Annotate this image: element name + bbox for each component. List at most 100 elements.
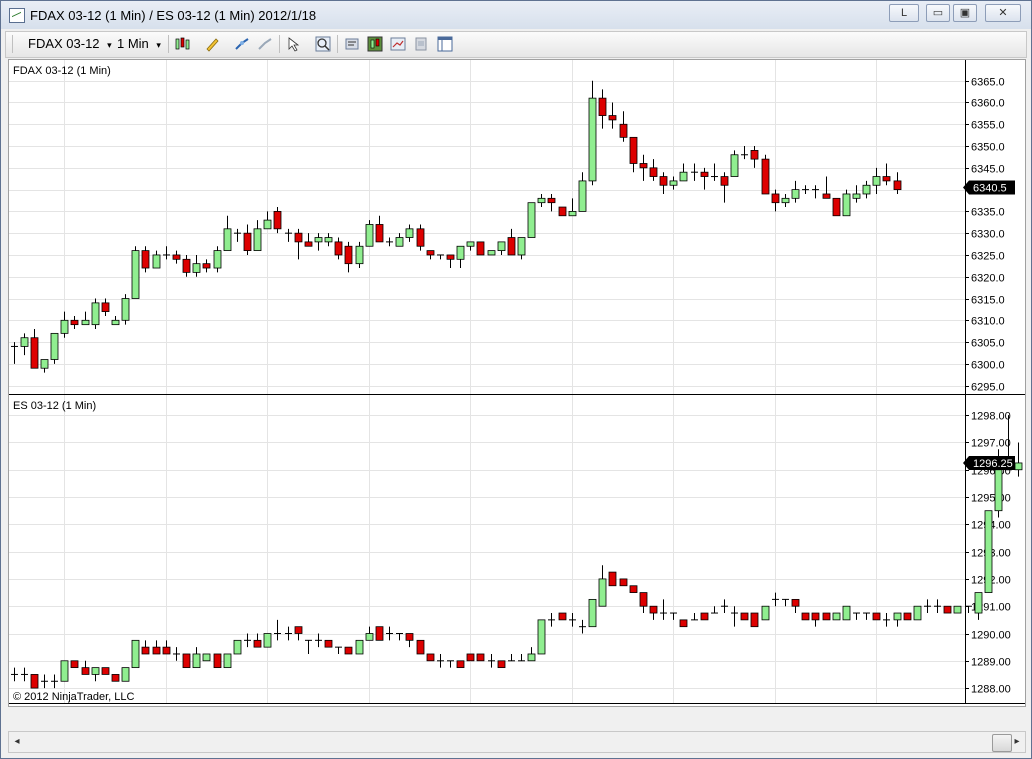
candle-body	[202, 263, 211, 269]
candle-body	[152, 646, 161, 655]
candle-body	[761, 605, 770, 621]
chevron-down-icon: ▾	[107, 40, 112, 50]
scroll-thumb[interactable]	[992, 734, 1012, 752]
data-series-icon[interactable]	[367, 36, 383, 52]
price-axis-label: 1298.00	[971, 411, 1011, 423]
strategy-icon[interactable]	[257, 36, 273, 52]
price-axis-label: 6330.0	[971, 229, 1005, 241]
maximize-button[interactable]: ▣	[953, 4, 977, 22]
scroll-right-icon[interactable]: ▸	[1011, 735, 1023, 749]
layout-button[interactable]: L	[889, 4, 919, 22]
candle-body	[324, 639, 333, 648]
candle-body	[304, 241, 313, 247]
panel-icon[interactable]	[437, 36, 453, 52]
candle-body	[984, 510, 993, 593]
price-axis-label: 6360.0	[971, 98, 1005, 110]
candle-body	[497, 241, 506, 252]
candle-body	[700, 612, 709, 621]
candle-body	[131, 250, 140, 299]
candle-body	[649, 605, 658, 614]
candle-body	[994, 469, 1003, 512]
candle-body	[416, 228, 425, 247]
candle-body	[405, 633, 414, 641]
candle-body	[141, 250, 150, 269]
candle-body	[771, 193, 780, 204]
candle-body	[111, 319, 120, 326]
candle-body	[852, 193, 861, 199]
candle-body	[91, 302, 100, 326]
scroll-left-icon[interactable]: ◂	[11, 735, 23, 749]
candle-body	[568, 210, 577, 217]
candle-body	[558, 206, 567, 217]
candle-body	[476, 241, 485, 256]
indicator-icon[interactable]	[234, 36, 250, 52]
candle-body	[476, 653, 485, 662]
minimize-button[interactable]: ▭	[926, 4, 950, 22]
candle-body	[517, 237, 526, 256]
pencil-icon[interactable]	[204, 36, 220, 52]
snapshot-icon[interactable]	[413, 36, 429, 52]
chart-style-icon[interactable]	[174, 36, 190, 52]
candle-body	[375, 224, 384, 243]
candle-body	[822, 612, 831, 621]
candle-body	[730, 154, 739, 177]
candle-body	[811, 612, 820, 621]
candle-body	[355, 245, 364, 265]
candle-body	[344, 646, 353, 655]
candle-body	[832, 612, 841, 621]
candle-body	[619, 578, 628, 587]
candle-body	[893, 612, 902, 621]
candle-body	[223, 653, 232, 669]
candle-body	[243, 232, 252, 252]
candle-body	[446, 254, 455, 260]
cursor-icon[interactable]	[286, 36, 302, 52]
candle-body	[822, 193, 831, 199]
candle-body	[81, 319, 90, 326]
chevron-down-icon: ▾	[156, 40, 161, 50]
candle-body	[781, 197, 790, 204]
price-axis-label: 6315.0	[971, 295, 1005, 307]
candle-body	[578, 180, 587, 212]
candle-body	[466, 241, 475, 247]
candle-body	[629, 136, 638, 164]
close-button[interactable]: ✕	[985, 4, 1021, 22]
candle-body	[263, 219, 272, 230]
candle-body	[30, 337, 39, 369]
candle-body	[832, 197, 841, 217]
instrument-selector[interactable]: FDAX 03-12 ▾	[28, 36, 112, 52]
price-axis-label: 1290.00	[971, 630, 1011, 642]
candle-body	[294, 232, 303, 243]
candle-body	[842, 193, 851, 217]
pane-title: FDAX 03-12 (1 Min)	[13, 65, 111, 77]
candle-body	[213, 250, 222, 269]
price-axis-label: 6355.0	[971, 120, 1005, 132]
price-axis-label: 1295.00	[971, 493, 1011, 505]
chart-trader-icon[interactable]	[390, 36, 406, 52]
candle-body	[649, 167, 658, 177]
copyright-text: © 2012 NinjaTrader, LLC	[13, 691, 134, 703]
candle-body	[872, 176, 881, 186]
candle-body	[872, 612, 881, 621]
candle-body	[1014, 462, 1023, 471]
chart-svg[interactable]: 01:5002:0002:1002:2002:3002:4002:5003:00…	[9, 60, 1025, 706]
price-axis-label: 6305.0	[971, 338, 1005, 350]
chart-area[interactable]: 01:5002:0002:1002:2002:3002:4002:5003:00…	[8, 59, 1026, 707]
zoom-icon[interactable]	[315, 36, 331, 52]
candle-body	[669, 180, 678, 186]
candle-body	[121, 298, 130, 321]
toolbar-separator	[279, 35, 280, 53]
properties-icon[interactable]	[344, 36, 360, 52]
horizontal-scrollbar[interactable]: ◂ ▸	[8, 731, 1026, 753]
candle-body	[629, 585, 638, 593]
candle-body	[101, 667, 110, 675]
interval-selector[interactable]: 1 Min ▾	[117, 36, 161, 52]
candle-body	[375, 626, 384, 641]
candle-body	[598, 578, 607, 607]
candle-body	[893, 180, 902, 191]
price-axis-label: 6320.0	[971, 273, 1005, 285]
candle-body	[334, 241, 343, 256]
candle-body	[365, 633, 374, 641]
instrument-label: FDAX 03-12	[28, 36, 100, 51]
title-bar[interactable]: FDAX 03-12 (1 Min) / ES 03-12 (1 Min) 20…	[1, 1, 1031, 29]
candle-body	[426, 653, 435, 662]
